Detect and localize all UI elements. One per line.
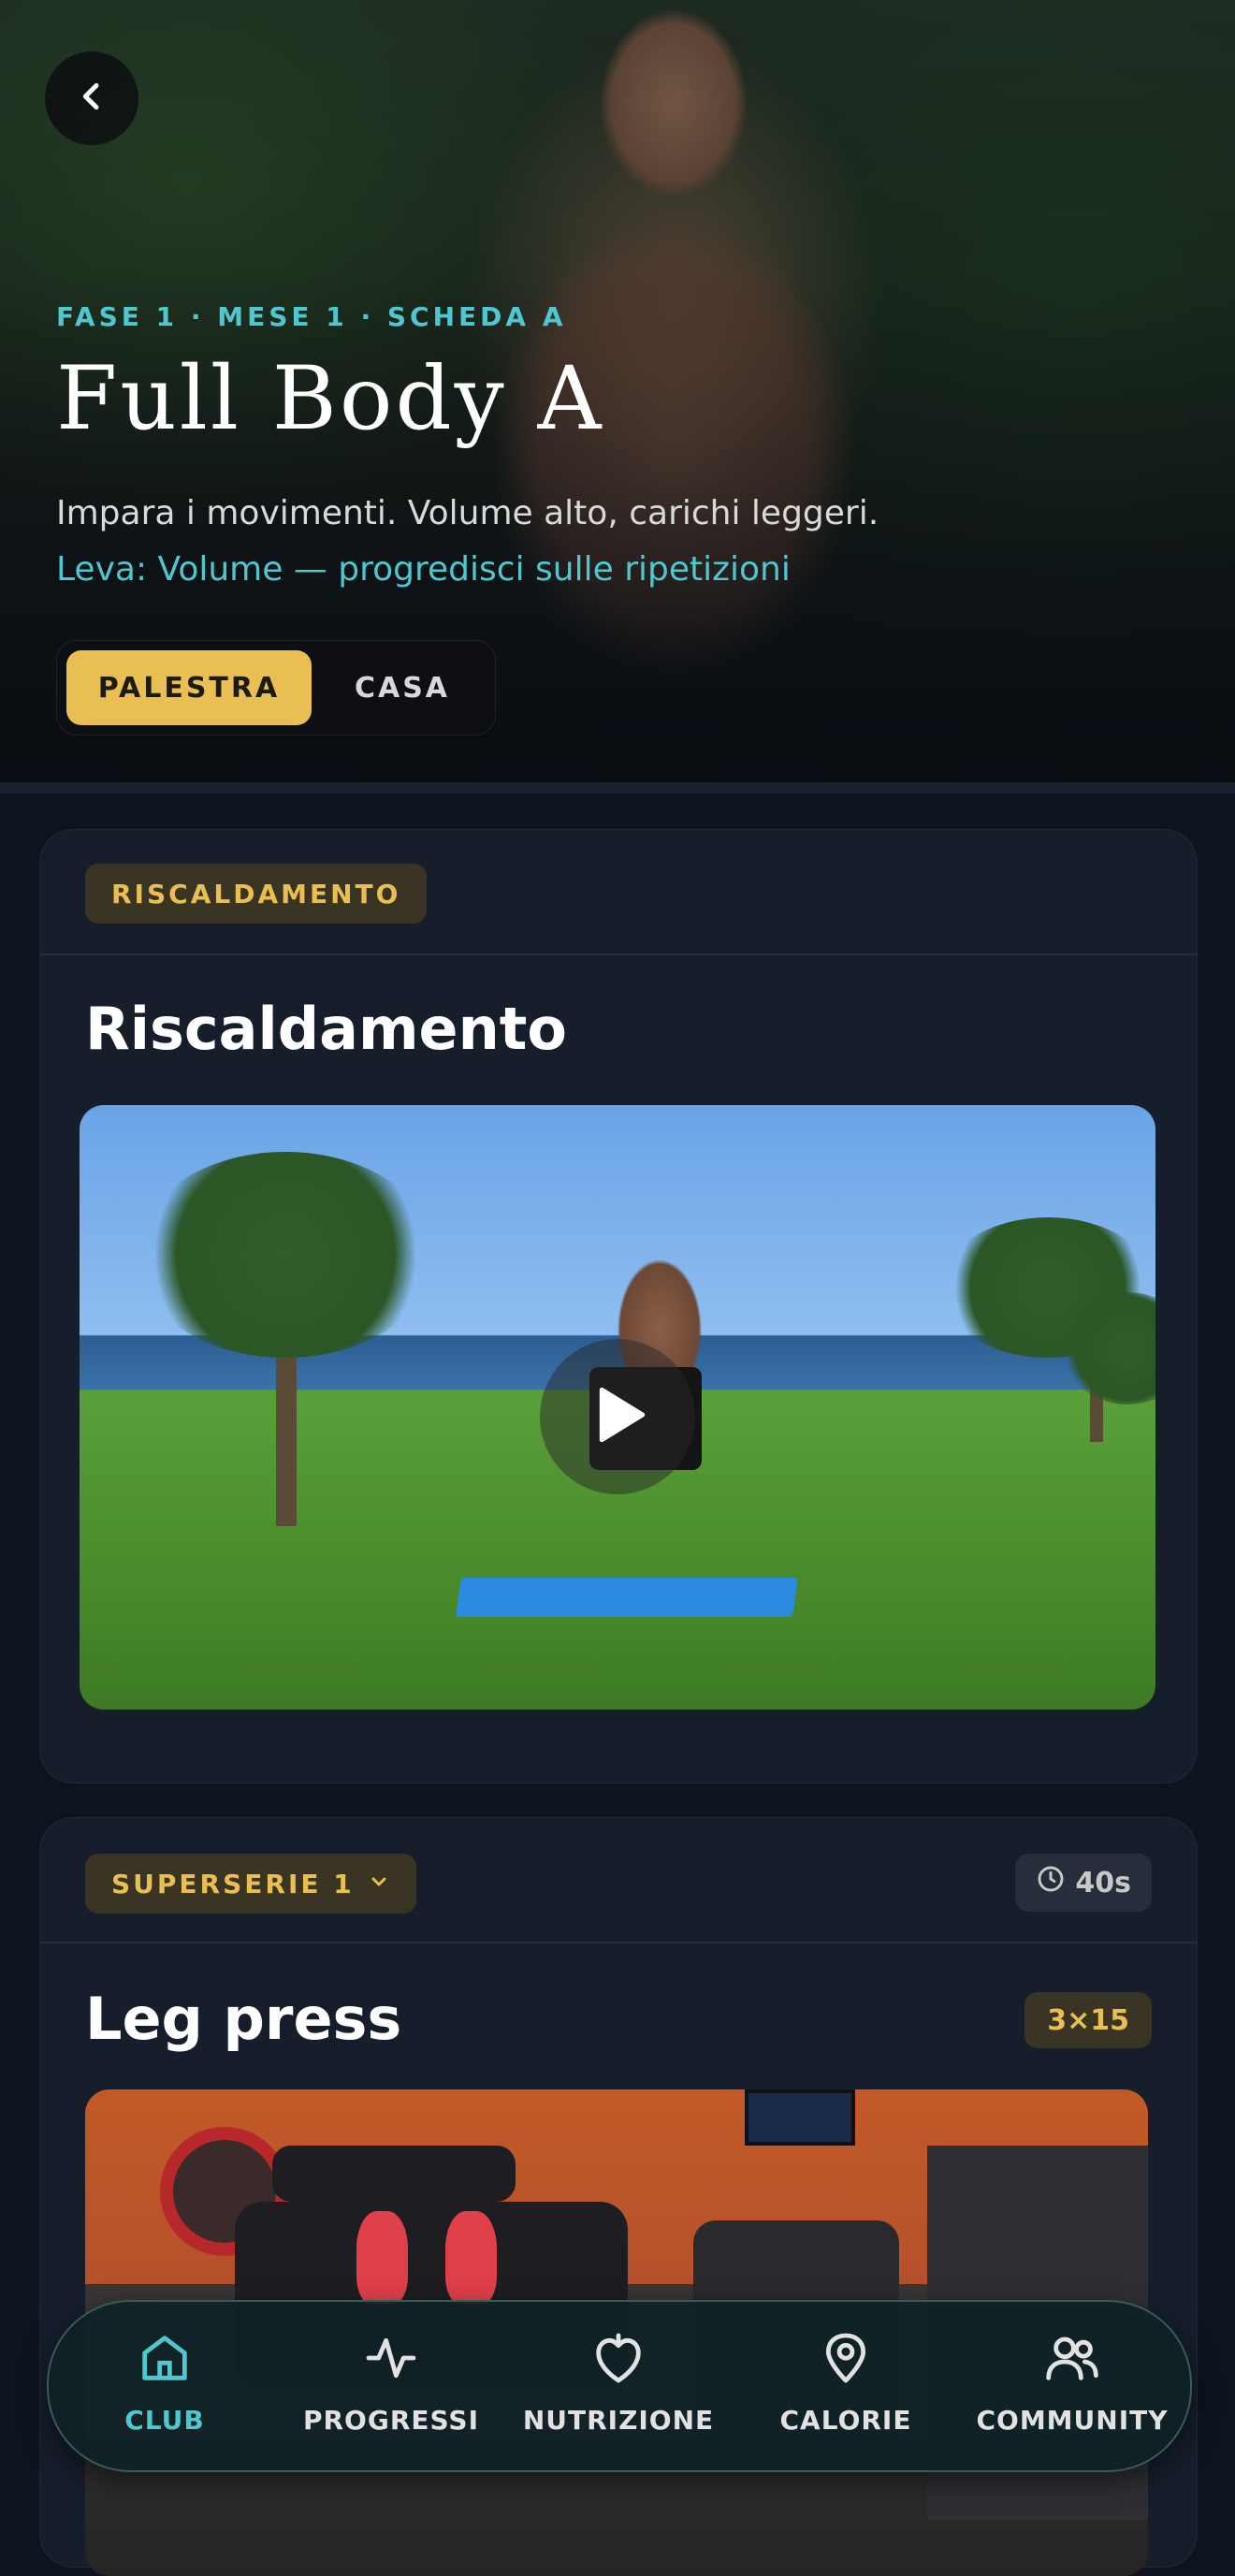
warmup-tag: RISCALDAMENTO xyxy=(85,864,428,924)
play-icon xyxy=(580,1377,655,1456)
bottom-navigation: CLUB PROGRESSI NUTRIZIONE CALORIE COMMUN… xyxy=(47,2300,1192,2472)
play-button[interactable] xyxy=(540,1339,695,1494)
warmup-card: RISCALDAMENTO Riscaldamento xyxy=(39,829,1198,1783)
hero-divider xyxy=(0,782,1235,793)
apple-icon xyxy=(588,2328,648,2392)
sets-reps-badge: 3×15 xyxy=(1024,1992,1152,2048)
home-icon xyxy=(135,2328,195,2392)
nav-label-club: CLUB xyxy=(124,2405,205,2436)
location-toggle: PALESTRA CASA xyxy=(56,640,496,735)
chevron-left-icon xyxy=(73,78,110,119)
exercise-title: Leg press xyxy=(85,1985,402,2053)
phase-label: FASE 1 · MESE 1 · SCHEDA A xyxy=(56,301,567,332)
nav-item-community[interactable]: COMMUNITY xyxy=(960,2328,1184,2450)
chevron-down-icon xyxy=(368,1869,390,1899)
page-subtitle: Impara i movimenti. Volume alto, carichi… xyxy=(56,494,879,532)
warmup-video[interactable] xyxy=(80,1105,1155,1710)
video-mat xyxy=(456,1578,798,1617)
rest-timer: 40s xyxy=(1015,1854,1152,1912)
toggle-gym-button[interactable]: PALESTRA xyxy=(66,650,312,725)
superset-tag-label: SUPERSERIE 1 xyxy=(111,1868,355,1899)
nav-item-calorie[interactable]: CALORIE xyxy=(734,2328,958,2450)
warmup-tag-label: RISCALDAMENTO xyxy=(111,878,401,910)
clock-icon xyxy=(1036,1864,1066,1901)
back-button[interactable] xyxy=(45,51,138,145)
warmup-title: Riscaldamento xyxy=(85,995,567,1063)
nav-label-nutrizione: NUTRIZIONE xyxy=(522,2405,715,2436)
map-pin-icon xyxy=(816,2328,876,2392)
nav-item-progressi[interactable]: PROGRESSI xyxy=(279,2328,503,2450)
nav-item-nutrizione[interactable]: NUTRIZIONE xyxy=(506,2328,731,2450)
toggle-home-button[interactable]: CASA xyxy=(319,650,486,725)
users-icon xyxy=(1042,2328,1102,2392)
activity-icon xyxy=(361,2328,421,2392)
progression-lever: Leva: Volume — progredisci sulle ripetiz… xyxy=(56,550,791,589)
nav-item-club[interactable]: CLUB xyxy=(52,2328,277,2450)
nav-label-community: COMMUNITY xyxy=(976,2405,1169,2436)
superset-tag[interactable]: SUPERSERIE 1 xyxy=(85,1854,416,1914)
nav-label-calorie: CALORIE xyxy=(779,2405,912,2436)
page-title: Full Body A xyxy=(56,348,604,450)
nav-label-progressi: PROGRESSI xyxy=(302,2405,480,2436)
rest-time-value: 40s xyxy=(1075,1866,1131,1899)
